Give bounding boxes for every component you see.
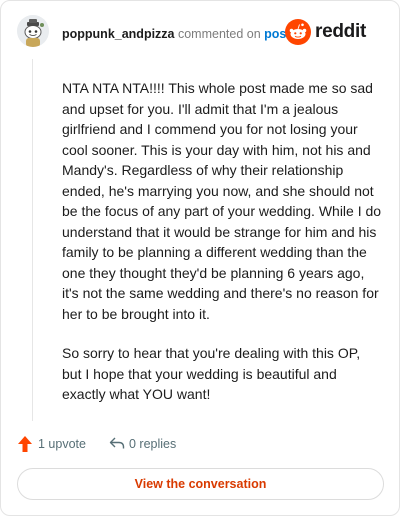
comment-header: poppunk_andpizza commented on post reddi… [17,15,385,51]
reddit-wordmark: reddit [315,21,366,42]
comment-paragraph: So sorry to hear that you're dealing wit… [62,345,361,402]
avatar[interactable] [17,15,49,47]
comment-body: NTA NTA NTA!!!! This whole post made me … [62,78,382,424]
action-text: commented on [177,27,261,41]
replies-button[interactable]: 0 replies [109,433,199,455]
comment-card: poppunk_andpizza commented on post reddi… [0,0,400,516]
reddit-logo-icon [285,19,311,45]
view-conversation-button[interactable]: View the conversation [17,468,384,500]
upvote-arrow-icon [18,436,32,452]
reddit-brand[interactable]: reddit [285,19,385,45]
username-link[interactable]: poppunk_andpizza [62,27,175,41]
upvote-count: 1 upvote [38,437,86,451]
reply-icon [109,437,125,449]
comment-paragraph: NTA NTA NTA!!!! This whole post made me … [62,80,382,322]
comment-meta: poppunk_andpizza commented on post [62,27,291,41]
replies-count: 0 replies [129,437,177,451]
thread-line [32,59,33,421]
upvote-button[interactable]: 1 upvote [17,433,97,455]
